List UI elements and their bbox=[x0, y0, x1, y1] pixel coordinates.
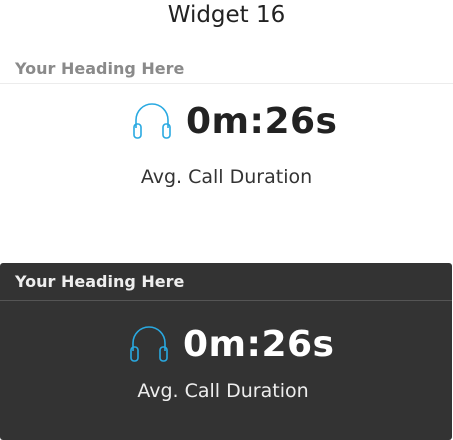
metric-label: Avg. Call Duration bbox=[140, 166, 313, 188]
page-title: Widget 16 bbox=[167, 2, 286, 28]
metric-row: 0m:26s bbox=[130, 100, 337, 144]
widget-dark: Your Heading Here 0m:26s Avg. Call Durat… bbox=[0, 263, 452, 440]
widget-heading: Your Heading Here bbox=[15, 59, 185, 78]
metric-row: 0m:26s bbox=[127, 323, 334, 367]
metric-value: 0m:26s bbox=[186, 101, 338, 142]
widget-divider bbox=[0, 83, 453, 84]
metric-label: Avg. Call Duration bbox=[137, 380, 309, 402]
widget-divider bbox=[0, 300, 452, 301]
headphones-icon bbox=[127, 325, 171, 365]
metric-value: 0m:26s bbox=[183, 324, 335, 365]
widget-light: Your Heading Here 0m:26s Avg. Call Durat… bbox=[0, 55, 453, 220]
headphones-icon bbox=[130, 102, 174, 142]
page: Widget 16 Your Heading Here 0m:26s Avg. … bbox=[0, 0, 453, 440]
widget-heading: Your Heading Here bbox=[15, 272, 185, 291]
